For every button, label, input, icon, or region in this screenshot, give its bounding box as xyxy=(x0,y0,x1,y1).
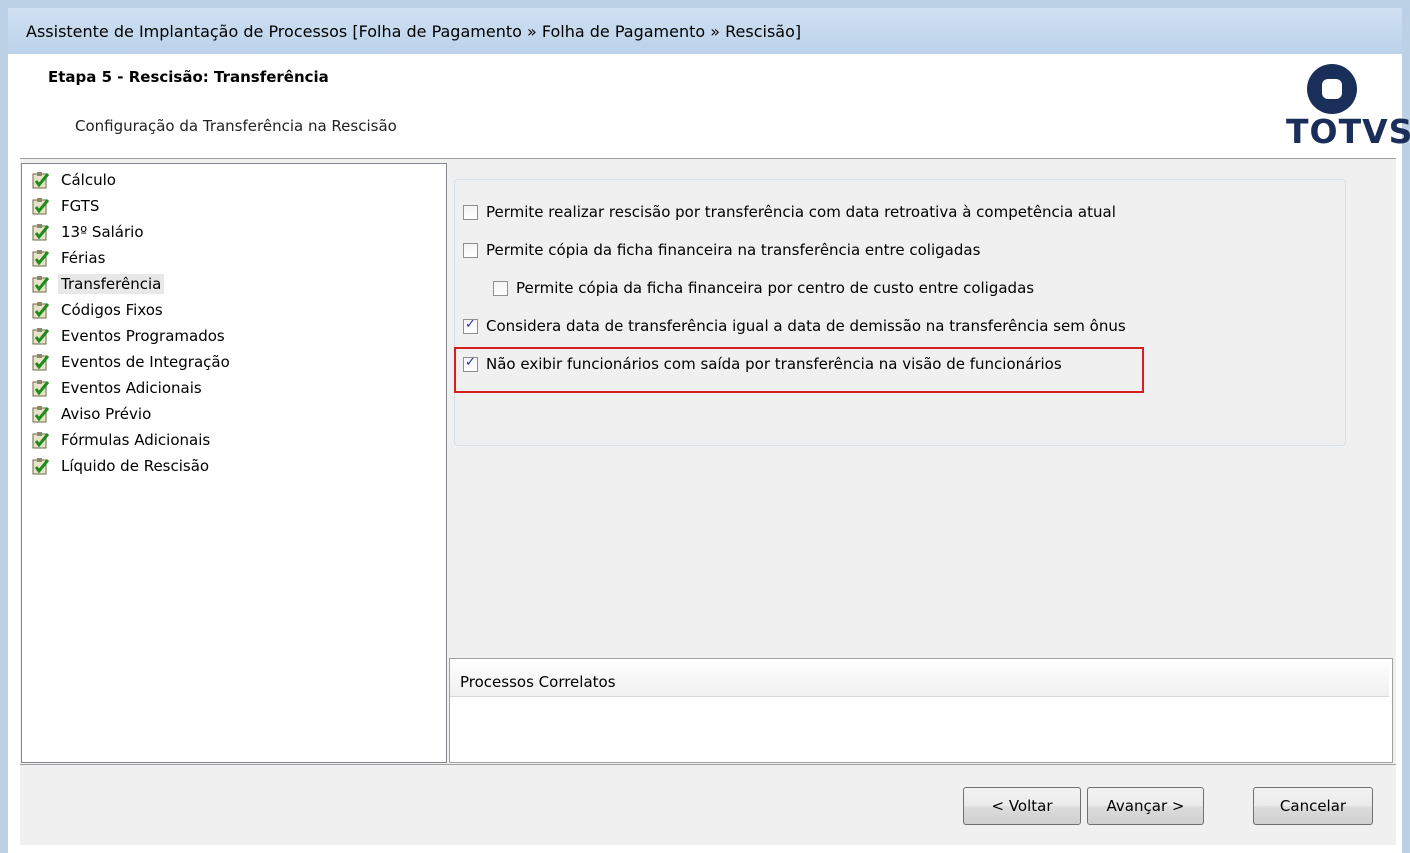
checked-task-icon xyxy=(32,250,50,267)
tree-item-label: Códigos Fixos xyxy=(61,301,163,319)
next-button[interactable]: Avançar > xyxy=(1087,787,1204,825)
option-data-transferencia-demissao[interactable]: ✓ Considera data de transferência igual … xyxy=(463,317,1126,335)
checked-task-icon xyxy=(32,276,50,293)
back-button[interactable]: < Voltar xyxy=(963,787,1081,825)
checked-task-icon xyxy=(32,302,50,319)
checked-task-icon xyxy=(32,172,50,189)
option-label: Considera data de transferência igual a … xyxy=(486,317,1126,335)
step-subtitle: Configuração da Transferência na Rescisã… xyxy=(75,117,397,135)
tree-item-aviso-previo[interactable]: Aviso Prévio xyxy=(32,403,154,425)
checked-task-icon xyxy=(32,198,50,215)
tree-item-label: Fórmulas Adicionais xyxy=(61,431,211,449)
option-rescisao-retroativa[interactable]: Permite realizar rescisão por transferên… xyxy=(463,203,1116,221)
checkbox-unchecked[interactable] xyxy=(463,242,478,258)
tree-item-transferencia[interactable]: Transferência xyxy=(32,273,165,295)
option-label: Permite realizar rescisão por transferên… xyxy=(486,203,1116,221)
totvs-logo-icon xyxy=(1307,64,1357,114)
option-label: Permite cópia da ficha financeira por ce… xyxy=(516,279,1035,297)
tree-item-label-selected: Transferência xyxy=(58,274,165,294)
tree-item-label: Cálculo xyxy=(61,171,116,189)
tree-item-calculo[interactable]: Cálculo xyxy=(32,169,119,191)
option-copia-ficha-coligadas[interactable]: Permite cópia da ficha financeira na tra… xyxy=(463,241,980,259)
tree-item-label: Eventos Programados xyxy=(61,327,225,345)
tree-item-label: FGTS xyxy=(61,197,100,215)
tree-item-label: Férias xyxy=(61,249,106,267)
steps-tree[interactable]: Cálculo FGTS 13º Salário Férias Transfer… xyxy=(21,163,447,763)
totvs-logo-text: TOTVS xyxy=(1286,112,1410,151)
tree-item-eventos-adicionais[interactable]: Eventos Adicionais xyxy=(32,377,205,399)
window-title: Assistente de Implantação de Processos [… xyxy=(26,22,802,41)
step-title: Etapa 5 - Rescisão: Transferência xyxy=(48,68,329,86)
checkbox-unchecked[interactable] xyxy=(463,204,478,220)
checkbox-unchecked[interactable] xyxy=(493,280,508,296)
tree-item-fgts[interactable]: FGTS xyxy=(32,195,102,217)
tree-item-13-salario[interactable]: 13º Salário xyxy=(32,221,147,243)
processos-correlatos-panel: Processos Correlatos xyxy=(449,658,1393,763)
processos-correlatos-title: Processos Correlatos xyxy=(460,673,616,691)
tree-item-label: 13º Salário xyxy=(61,223,144,241)
cancel-button[interactable]: Cancelar xyxy=(1253,787,1373,825)
checked-task-icon xyxy=(32,458,50,475)
checked-task-icon xyxy=(32,354,50,371)
tree-item-codigos-fixos[interactable]: Códigos Fixos xyxy=(32,299,166,321)
tree-item-label: Líquido de Rescisão xyxy=(61,457,210,475)
tree-item-eventos-programados[interactable]: Eventos Programados xyxy=(32,325,228,347)
checked-task-icon xyxy=(32,380,50,397)
checked-task-icon xyxy=(32,406,50,423)
processos-correlatos-header: Processos Correlatos xyxy=(450,659,1389,697)
tree-item-label: Eventos de Integração xyxy=(61,353,230,371)
tree-item-label: Eventos Adicionais xyxy=(61,379,202,397)
checkbox-checked[interactable]: ✓ xyxy=(463,316,478,334)
tree-item-liquido-rescisao[interactable]: Líquido de Rescisão xyxy=(32,455,212,477)
checked-task-icon xyxy=(32,432,50,449)
tree-item-formulas-adicionais[interactable]: Fórmulas Adicionais xyxy=(32,429,213,451)
option-copia-ficha-centro-custo[interactable]: Permite cópia da ficha financeira por ce… xyxy=(493,279,1034,297)
checked-task-icon xyxy=(32,328,50,345)
checked-task-icon xyxy=(32,224,50,241)
highlight-annotation xyxy=(454,347,1144,393)
tree-item-ferias[interactable]: Férias xyxy=(32,247,108,269)
check-mark-icon: ✓ xyxy=(465,316,476,332)
option-label: Permite cópia da ficha financeira na tra… xyxy=(486,241,981,259)
tree-item-eventos-integracao[interactable]: Eventos de Integração xyxy=(32,351,233,373)
tree-item-label: Aviso Prévio xyxy=(61,405,152,423)
